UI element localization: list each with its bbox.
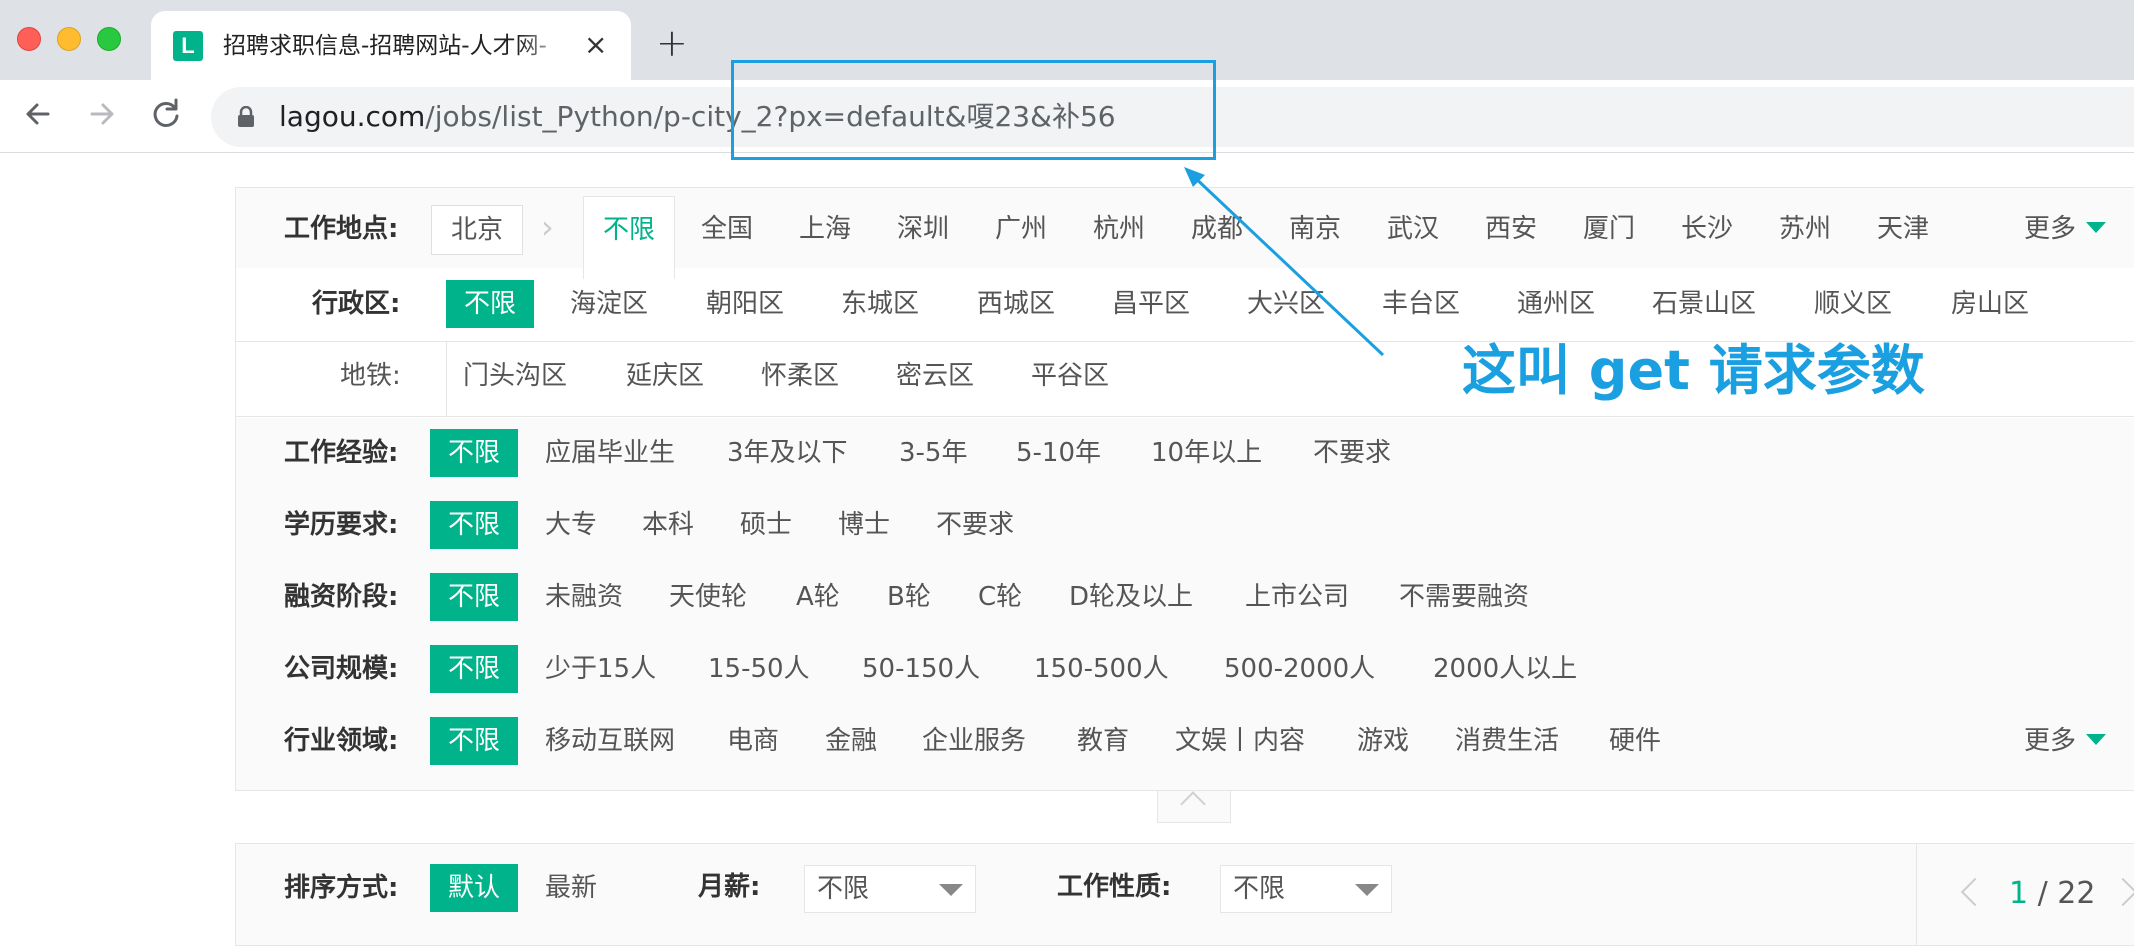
annotation-arrow-icon [1184,167,1385,357]
annotation-text: 这叫 get 请求参数 [1462,339,1925,402]
